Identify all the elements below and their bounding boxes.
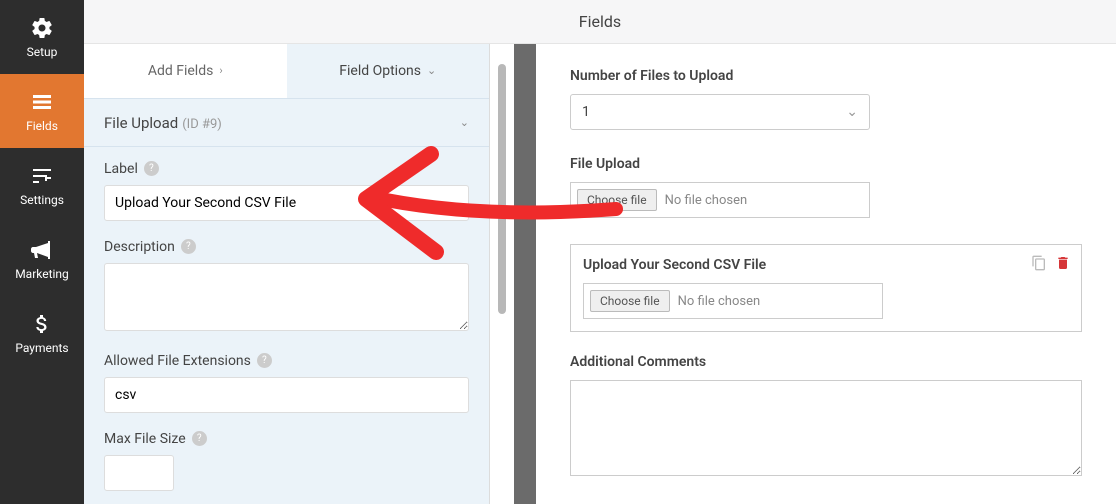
bullhorn-icon: [29, 237, 55, 263]
max-size-caption: Max File Size: [104, 431, 186, 447]
sidebar-label: Payments: [15, 341, 68, 355]
sidebar-label: Settings: [20, 193, 64, 207]
sidebar-item-fields[interactable]: Fields: [0, 74, 84, 148]
gear-icon: [29, 15, 55, 41]
file-upload-field-2[interactable]: Choose file No file chosen: [583, 283, 883, 319]
chevron-down-icon: ⌄: [846, 104, 858, 120]
no-file-text: No file chosen: [678, 294, 761, 309]
field-options-panel: Add Fields› Field Options⌄ File Upload (…: [84, 44, 490, 504]
num-files-label: Number of Files to Upload: [570, 68, 1082, 84]
help-icon[interactable]: ?: [181, 239, 196, 254]
sidebar-item-payments[interactable]: Payments: [0, 296, 84, 370]
sidebar-label: Marketing: [15, 267, 69, 281]
sliders-icon: [29, 163, 55, 189]
form-preview: Number of Files to Upload 1 ⌄ File Uploa…: [536, 44, 1116, 504]
chevron-right-icon: ›: [219, 64, 222, 77]
page-title: Fields: [84, 0, 1116, 44]
file-upload-field[interactable]: Choose file No file chosen: [570, 182, 870, 218]
extensions-caption: Allowed File Extensions: [104, 353, 251, 369]
comments-textarea[interactable]: [570, 380, 1082, 476]
choose-file-button[interactable]: Choose file: [590, 290, 670, 312]
max-size-input[interactable]: [104, 455, 174, 491]
sidebar: Setup Fields Settings Marketing Payments: [0, 0, 84, 504]
sidebar-label: Fields: [26, 119, 58, 133]
label-input[interactable]: [104, 185, 469, 221]
num-files-select[interactable]: 1 ⌄: [570, 94, 870, 130]
sidebar-item-settings[interactable]: Settings: [0, 148, 84, 222]
comments-label: Additional Comments: [570, 354, 1082, 370]
selected-field[interactable]: Upload Your Second CSV File Choose file …: [570, 244, 1082, 332]
label-caption: Label: [104, 161, 138, 177]
sidebar-item-marketing[interactable]: Marketing: [0, 222, 84, 296]
sidebar-item-setup[interactable]: Setup: [0, 0, 84, 74]
help-icon[interactable]: ?: [144, 161, 159, 176]
dollar-icon: [29, 311, 55, 337]
chevron-down-icon: ⌄: [427, 64, 436, 77]
no-file-text: No file chosen: [665, 193, 748, 208]
help-icon[interactable]: ?: [257, 353, 272, 368]
sidebar-label: Setup: [27, 45, 58, 59]
description-input[interactable]: [104, 263, 469, 331]
duplicate-icon[interactable]: [1031, 255, 1047, 271]
section-header[interactable]: File Upload (ID #9) ⌄: [84, 98, 489, 147]
list-icon: [29, 89, 55, 115]
second-upload-label: Upload Your Second CSV File: [583, 257, 1069, 273]
file-upload-label: File Upload: [570, 156, 1082, 172]
help-icon[interactable]: ?: [192, 431, 207, 446]
description-caption: Description: [104, 239, 175, 255]
scrollbar-thumb[interactable]: [498, 64, 506, 314]
tab-add-fields[interactable]: Add Fields›: [84, 44, 287, 98]
choose-file-button[interactable]: Choose file: [577, 189, 657, 211]
chevron-down-icon: ⌄: [460, 116, 469, 129]
tab-field-options[interactable]: Field Options⌄: [287, 44, 490, 98]
trash-icon[interactable]: [1055, 255, 1071, 271]
panel-divider: [514, 44, 536, 504]
extensions-input[interactable]: [104, 377, 469, 413]
scrollbar-track: [490, 44, 514, 504]
